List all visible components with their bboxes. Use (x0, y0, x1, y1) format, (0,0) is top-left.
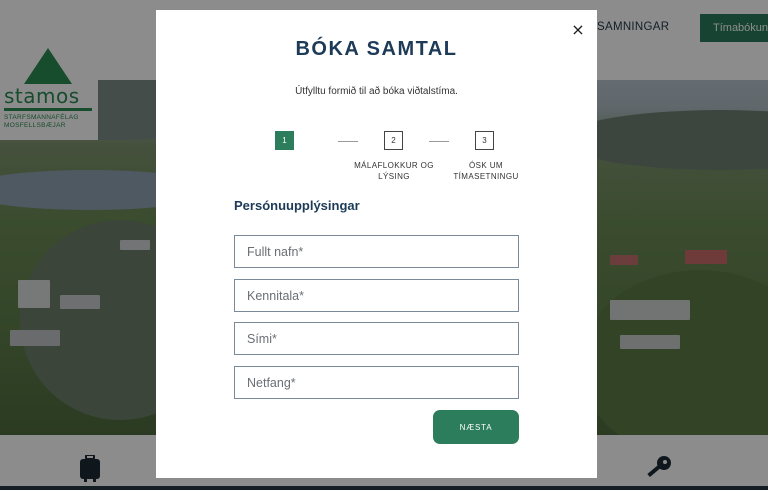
close-icon[interactable]: × (568, 20, 588, 40)
phone-field[interactable] (234, 322, 519, 355)
section-heading: Persónuupplýsingar (234, 198, 360, 213)
step-connector (338, 141, 358, 142)
step-1[interactable]: 1 (275, 131, 294, 150)
step-3[interactable]: 3 (475, 131, 494, 150)
step-3-label: ÓSK UM TÍMASETNINGU (453, 161, 519, 181)
modal-subtitle: Útfylltu formið til að bóka viðtalstíma. (295, 86, 458, 97)
full-name-field[interactable] (234, 235, 519, 268)
modal-title: BÓKA SAMTAL (295, 38, 458, 60)
booking-modal: × BÓKA SAMTAL Útfylltu formið til að bók… (156, 10, 597, 478)
next-button[interactable]: NÆSTA (433, 410, 519, 444)
email-field[interactable] (234, 366, 519, 399)
step-2[interactable]: 2 (384, 131, 403, 150)
step-connector (429, 141, 449, 142)
step-2-label: MÁLAFLOKKUR OG LÝSING (354, 161, 434, 181)
kennitala-field[interactable] (234, 279, 519, 312)
